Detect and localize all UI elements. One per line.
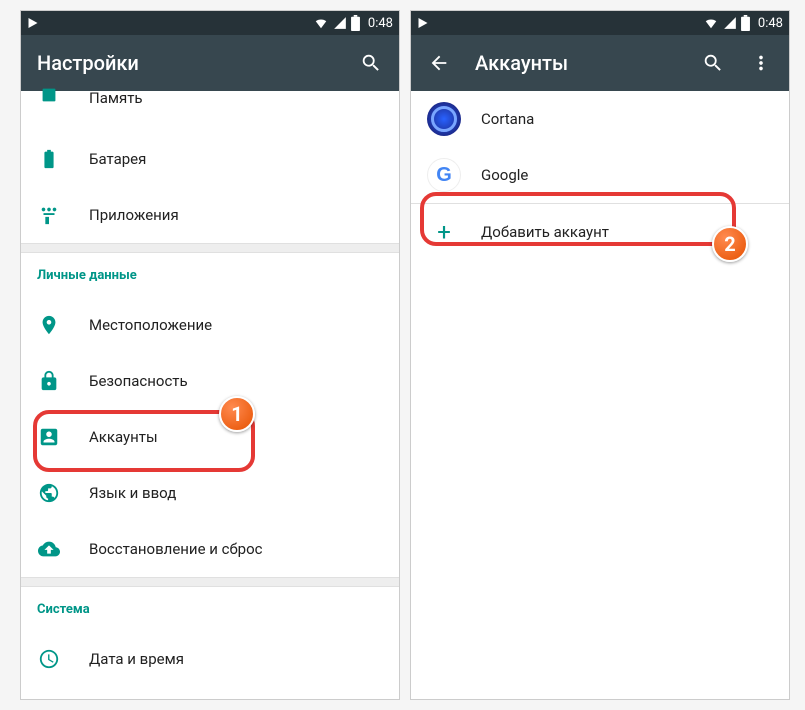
status-bar: 0:48 bbox=[411, 11, 789, 35]
settings-list: Память Батарея Приложения Личные данные … bbox=[21, 91, 399, 687]
app-bar: Аккаунты bbox=[411, 35, 789, 91]
overflow-menu-button[interactable] bbox=[749, 51, 773, 75]
cortana-icon bbox=[427, 102, 461, 136]
battery-settings-icon bbox=[37, 147, 61, 171]
search-icon bbox=[360, 52, 382, 74]
annotation-badge-1: 1 bbox=[219, 396, 255, 432]
signal-icon bbox=[723, 16, 737, 30]
settings-item-datetime[interactable]: Дата и время bbox=[21, 631, 399, 687]
more-vert-icon bbox=[750, 52, 772, 74]
page-title: Аккаунты bbox=[475, 51, 677, 75]
clock-icon bbox=[37, 647, 61, 671]
settings-item-accounts[interactable]: Аккаунты bbox=[21, 409, 399, 465]
settings-item-battery[interactable]: Батарея bbox=[21, 131, 399, 187]
account-icon bbox=[37, 425, 61, 449]
phone-settings: 0:48 Настройки Память Батарея Приложения bbox=[20, 10, 400, 700]
search-icon bbox=[702, 52, 724, 74]
settings-item-label: Восстановление и сброс bbox=[89, 540, 262, 558]
wifi-icon bbox=[703, 16, 719, 30]
app-bar: Настройки bbox=[21, 35, 399, 91]
settings-item-label: Аккаунты bbox=[89, 428, 158, 446]
search-button[interactable] bbox=[359, 51, 383, 75]
backup-icon bbox=[37, 537, 61, 561]
settings-item-label: Батарея bbox=[89, 150, 146, 168]
play-store-icon bbox=[27, 17, 39, 29]
phone-accounts: 0:48 Аккаунты Cortana G Google + Добавит… bbox=[410, 10, 790, 700]
memory-icon bbox=[37, 83, 61, 107]
annotation-badge-2: 2 bbox=[712, 226, 748, 262]
lock-icon bbox=[37, 369, 61, 393]
settings-item-label: Память bbox=[89, 89, 143, 107]
battery-icon bbox=[741, 15, 750, 31]
clock: 0:48 bbox=[758, 16, 783, 31]
plus-icon: + bbox=[427, 215, 461, 249]
battery-icon bbox=[351, 15, 360, 31]
account-item-label: Cortana bbox=[481, 110, 534, 128]
apps-icon bbox=[37, 203, 61, 227]
signal-icon bbox=[333, 16, 347, 30]
globe-icon bbox=[37, 481, 61, 505]
settings-item-language[interactable]: Язык и ввод bbox=[21, 465, 399, 521]
settings-item-security[interactable]: Безопасность bbox=[21, 353, 399, 409]
wifi-icon bbox=[313, 16, 329, 30]
section-header-personal: Личные данные bbox=[21, 253, 399, 297]
settings-item-label: Язык и ввод bbox=[89, 484, 176, 502]
page-title: Настройки bbox=[37, 51, 335, 75]
location-icon bbox=[37, 313, 61, 337]
status-bar: 0:48 bbox=[21, 11, 399, 35]
arrow-back-icon bbox=[428, 52, 450, 74]
account-item-label: Google bbox=[481, 166, 528, 184]
google-icon: G bbox=[427, 158, 461, 192]
settings-item-label: Местоположение bbox=[89, 316, 212, 334]
settings-item-label: Приложения bbox=[89, 206, 179, 224]
settings-item-label: Дата и время bbox=[89, 650, 184, 668]
account-item-cortana[interactable]: Cortana bbox=[411, 91, 789, 147]
section-header-system: Система bbox=[21, 587, 399, 631]
add-account-label: Добавить аккаунт bbox=[481, 223, 609, 241]
account-item-google[interactable]: G Google bbox=[411, 147, 789, 203]
back-button[interactable] bbox=[427, 51, 451, 75]
search-button[interactable] bbox=[701, 51, 725, 75]
settings-item-memory[interactable]: Память bbox=[21, 91, 399, 131]
settings-item-label: Безопасность bbox=[89, 372, 188, 390]
settings-item-location[interactable]: Местоположение bbox=[21, 297, 399, 353]
play-store-icon bbox=[417, 17, 429, 29]
settings-item-apps[interactable]: Приложения bbox=[21, 187, 399, 243]
clock: 0:48 bbox=[368, 16, 393, 31]
settings-item-backup[interactable]: Восстановление и сброс bbox=[21, 521, 399, 577]
